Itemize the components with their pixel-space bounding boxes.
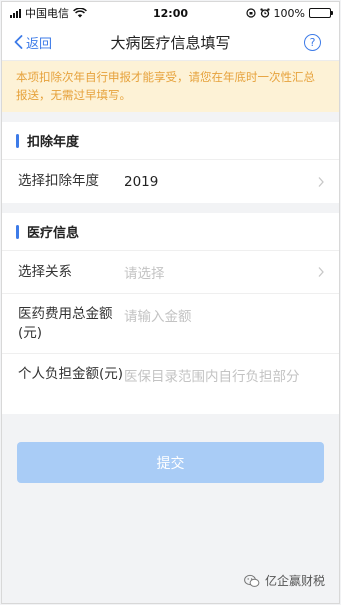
medical-info-section: 医疗信息 选择关系 请选择 医药费用总金额(元) 请输入金额 个人负担金额(元)… — [2, 213, 339, 414]
battery-icon — [309, 8, 333, 18]
signal-icon — [10, 8, 21, 18]
back-label: 返回 — [26, 36, 53, 52]
alarm-icon — [259, 8, 270, 18]
notice-banner: 本项扣除次年自行申报才能享受，请您在年底时一次性汇总报送，无需过早填写。 — [2, 61, 339, 112]
relation-select-row[interactable]: 选择关系 请选择 — [2, 251, 339, 294]
chevron-left-icon — [14, 35, 23, 49]
personal-amount-row[interactable]: 个人负担金额(元) 医保目录范围内自行负担部分 — [2, 354, 339, 414]
carrier-name: 中国电信 — [25, 7, 69, 20]
relation-label: 选择关系 — [18, 263, 72, 280]
section-accent-bar — [16, 133, 19, 148]
deduction-year-section: 扣除年度 选择扣除年度 2019 — [2, 122, 339, 203]
personal-amount-input[interactable]: 医保目录范围内自行负担部分 — [124, 365, 325, 385]
section-header: 医疗信息 — [2, 213, 339, 251]
section-title: 医疗信息 — [27, 226, 80, 241]
wechat-icon — [244, 574, 260, 587]
section-title: 扣除年度 — [27, 135, 80, 150]
personal-amount-label: 个人负担金额(元) — [18, 366, 124, 382]
chevron-right-icon — [318, 267, 324, 277]
back-button[interactable]: 返回 — [2, 33, 52, 52]
total-cost-label: 医药费用总金额(元) — [18, 306, 113, 341]
deduction-year-row[interactable]: 选择扣除年度 2019 — [2, 160, 339, 203]
battery-percent: 100% — [273, 6, 305, 20]
orientation-lock-icon — [245, 8, 256, 18]
chevron-right-icon — [318, 176, 324, 187]
status-bar: 中国电信 12:00 100% — [2, 2, 339, 24]
help-icon[interactable]: ? — [304, 33, 321, 51]
total-cost-input[interactable]: 请输入金额 — [124, 305, 325, 325]
relation-select[interactable]: 请选择 — [124, 262, 317, 282]
total-cost-row[interactable]: 医药费用总金额(元) 请输入金额 — [2, 294, 339, 354]
watermark-text: 亿企赢财税 — [264, 574, 325, 588]
deduction-year-label: 选择扣除年度 — [18, 173, 99, 189]
phone-screen: 中国电信 12:00 100% 返回 大病医疗信息填写 ? 本项扣除次年自行申报… — [1, 1, 340, 604]
wifi-icon — [73, 8, 87, 18]
page-title: 大病医疗信息填写 — [110, 33, 231, 52]
watermark: 亿企赢财税 — [244, 572, 325, 589]
deduction-year-value: 2019 — [124, 173, 159, 190]
section-header: 扣除年度 — [2, 122, 339, 160]
navigation-bar: 返回 大病医疗信息填写 ? — [2, 24, 339, 61]
section-accent-bar — [16, 224, 19, 239]
submit-button[interactable]: 提交 — [17, 442, 324, 483]
